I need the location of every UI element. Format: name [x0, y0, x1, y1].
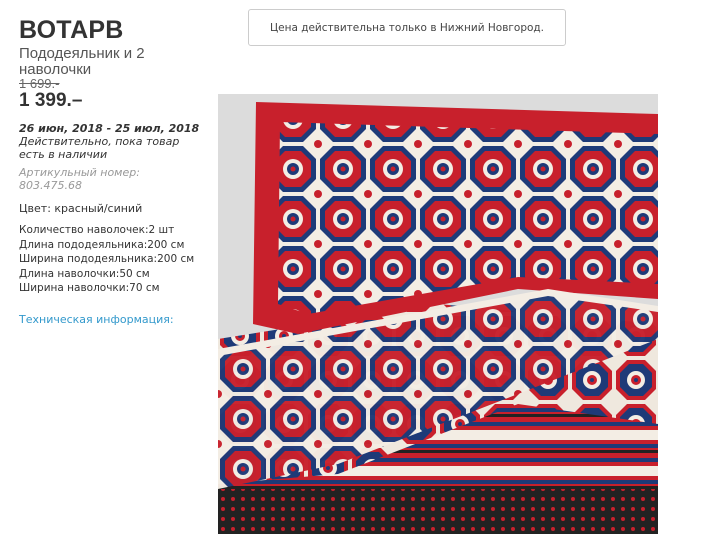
spec-item: Ширина наволочки:70 см [19, 282, 160, 295]
article-number: Артикульный номер: 803.475.68 [19, 166, 140, 192]
old-price: 1 699.- [19, 76, 60, 91]
notice-text: Цена действительна только в Нижний Новго… [269, 21, 545, 34]
spec-item: Количество наволочек:2 шт [19, 224, 175, 236]
spec-item: Длина наволочки:50 см [19, 267, 150, 280]
current-price: 1 399.– [19, 90, 83, 111]
product-description: Пододеяльник и 2 наволочки [19, 45, 145, 78]
spec-list: Количество наволочек:2 шт Длина пододеял… [19, 223, 214, 296]
price-region-notice: Цена действительна только в Нижний Новго… [248, 9, 566, 46]
spec-item: Ширина пододеяльника:200 см [19, 253, 195, 266]
price-validity: 26 июн, 2018 - 25 июл, 2018 Действительн… [19, 122, 204, 161]
bedding-pattern-image [218, 94, 658, 534]
product-color: Цвет: красный/синий [19, 202, 143, 215]
validity-dates: 26 июн, 2018 - 25 июл, 2018 [19, 122, 200, 135]
product-title: ВОТАРВ [19, 16, 124, 44]
spec-item: Длина пододеяльника:200 см [19, 238, 185, 251]
validity-note: Действительно, пока товар есть в наличии [19, 135, 180, 161]
technical-info-link[interactable]: Техническая информация: [19, 313, 174, 326]
product-image[interactable] [218, 94, 658, 534]
